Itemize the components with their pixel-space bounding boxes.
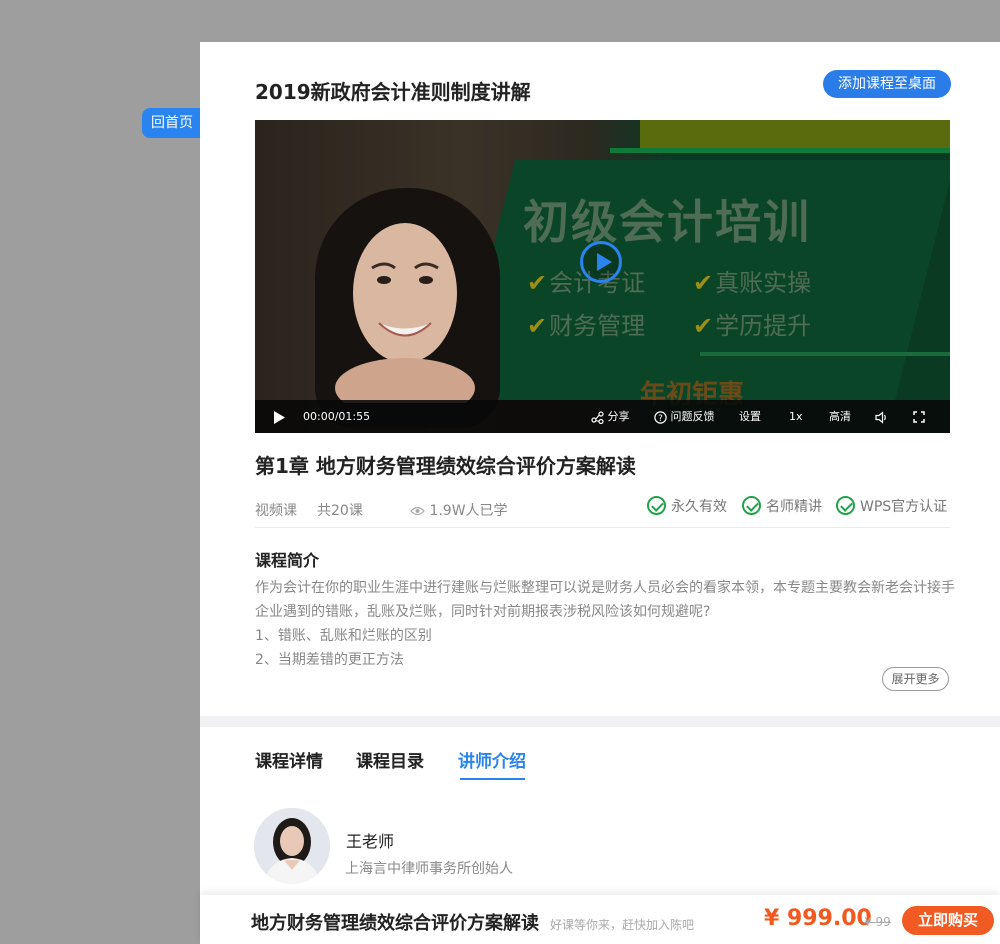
fullscreen-icon[interactable] bbox=[913, 400, 925, 433]
badge-teacher: 名师精讲 bbox=[742, 496, 822, 515]
svg-text:?: ? bbox=[658, 413, 663, 423]
purchase-bar: 地方财务管理绩效综合评价方案解读 好课等你来，赶快加入陈吧 ¥ 999.00 ¥… bbox=[200, 895, 1000, 944]
active-tab-indicator bbox=[460, 778, 525, 780]
teacher-name: 王老师 bbox=[346, 832, 395, 851]
intro-paragraph: 作为会计在你的职业生涯中进行建账与烂账整理可以说是财务人员必会的看家本领，本专题… bbox=[255, 580, 955, 620]
share-icon bbox=[591, 410, 604, 424]
video-banner-corner bbox=[640, 120, 950, 150]
original-price: ¥ 99 bbox=[864, 915, 891, 929]
badge-wps-certified: WPS官方认证 bbox=[836, 496, 947, 515]
play-overlay-icon[interactable] bbox=[580, 241, 622, 283]
divider bbox=[255, 527, 950, 528]
home-button[interactable]: 回首页 bbox=[142, 108, 202, 138]
badge-permanent: 永久有效 bbox=[647, 496, 727, 515]
video-banner-stripe bbox=[700, 352, 950, 356]
lesson-count: 共20课 bbox=[317, 503, 363, 519]
teacher-role: 上海言中律师事务所创始人 bbox=[345, 861, 513, 877]
settings-button[interactable]: 设置 bbox=[739, 400, 761, 433]
video-banner-stripe bbox=[610, 148, 950, 153]
speed-button[interactable]: 1x bbox=[789, 400, 803, 433]
video-player[interactable]: 初级会计培训 ✔会计考证 ✔真账实操 ✔财务管理 ✔学历提升 年初钜惠 00:0… bbox=[255, 120, 950, 433]
quality-button[interactable]: 高清 bbox=[829, 400, 851, 433]
course-title: 2019新政府会计准则制度讲解 bbox=[255, 80, 531, 104]
help-icon: ? bbox=[654, 410, 667, 423]
video-banner-item: ✔真账实操 bbox=[693, 269, 812, 297]
buy-now-button[interactable]: 立即购买 bbox=[902, 906, 994, 935]
intro-paragraph: 1、错账、乱账和烂账的区别 bbox=[255, 628, 432, 644]
video-controls: 00:00/01:55 分享 ? 问题反馈 设置 1x 高清 bbox=[255, 400, 950, 433]
learner-count: 1.9W人已学 bbox=[410, 500, 508, 520]
video-banner-item: ✔财务管理 bbox=[527, 312, 646, 340]
play-icon[interactable] bbox=[273, 400, 285, 433]
expand-more-button[interactable]: 展开更多 bbox=[882, 667, 949, 691]
purchase-bar-title: 地方财务管理绩效综合评价方案解读 bbox=[251, 913, 539, 934]
video-time: 00:00/01:55 bbox=[303, 410, 371, 423]
tab-course-catalog[interactable]: 课程目录 bbox=[356, 747, 424, 772]
tab-course-details[interactable]: 课程详情 bbox=[255, 747, 323, 772]
check-circle-icon bbox=[836, 496, 855, 515]
add-to-desktop-button[interactable]: 添加课程至桌面 bbox=[823, 70, 951, 98]
intro-title: 课程简介 bbox=[255, 551, 320, 570]
current-price: ¥ 999.00 bbox=[764, 906, 872, 931]
video-banner-item: ✔学历提升 bbox=[693, 312, 812, 340]
check-circle-icon bbox=[647, 496, 666, 515]
eye-icon bbox=[410, 506, 425, 516]
feedback-button[interactable]: ? 问题反馈 bbox=[654, 400, 715, 433]
check-circle-icon bbox=[742, 496, 761, 515]
intro-text: 作为会计在你的职业生涯中进行建账与烂账整理可以说是财务人员必会的看家本领，本专题… bbox=[255, 576, 955, 672]
intro-paragraph: 2、当期差错的更正方法 bbox=[255, 652, 404, 668]
chapter-title: 第1章 地方财务管理绩效综合评价方案解读 bbox=[255, 454, 636, 478]
purchase-bar-slogan: 好课等你来，赶快加入陈吧 bbox=[550, 918, 695, 932]
volume-icon[interactable] bbox=[875, 400, 889, 433]
tab-teacher-intro[interactable]: 讲师介绍 bbox=[458, 747, 526, 772]
course-type: 视频课 bbox=[255, 503, 297, 519]
course-panel: 2019新政府会计准则制度讲解 添加课程至桌面 初级会计培训 ✔会计考证 ✔真账… bbox=[200, 42, 1000, 944]
section-separator bbox=[200, 716, 1000, 727]
avatar bbox=[254, 808, 330, 884]
presenter-image bbox=[335, 223, 475, 403]
share-button[interactable]: 分享 bbox=[591, 400, 630, 433]
video-banner-heading: 初级会计培训 bbox=[523, 195, 811, 249]
